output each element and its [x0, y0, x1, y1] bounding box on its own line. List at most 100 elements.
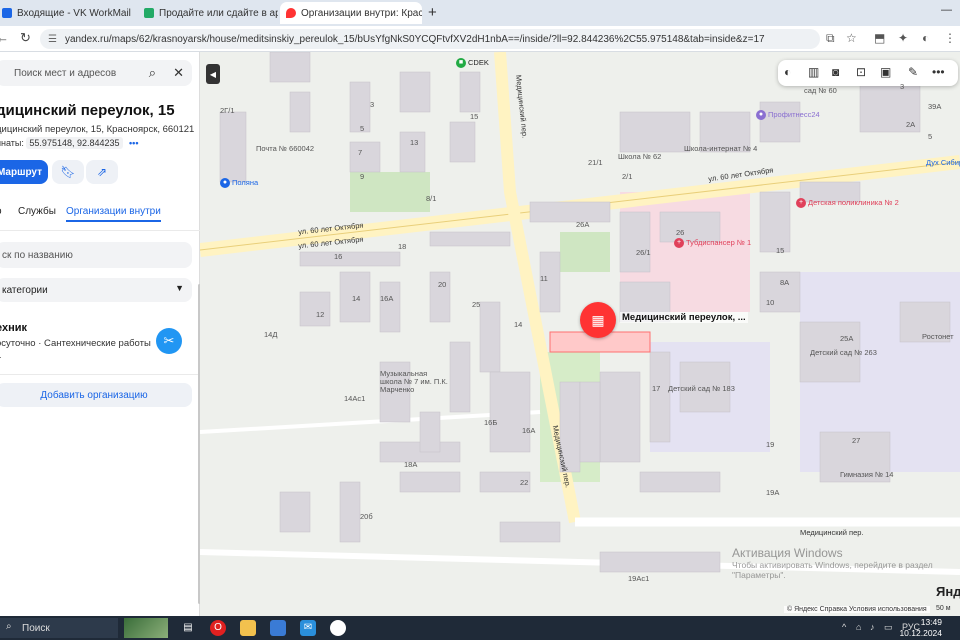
building-icon: ▦: [591, 311, 605, 328]
place-address: дицинский переулок, 15, Красноярск, 6601…: [0, 124, 195, 135]
house-number: 26: [676, 228, 685, 237]
tab-yandex-maps[interactable]: Организации внутри: Красно ×: [280, 2, 422, 24]
filter-placeholder: ск по названию: [2, 249, 73, 261]
chevron-down-icon: ▼: [175, 283, 184, 293]
watermark-subtitle: Чтобы активировать Windows, перейдите в …: [732, 560, 933, 580]
poi-kindergarten-183[interactable]: Детский сад № 183: [668, 384, 735, 393]
star-icon[interactable]: ☆: [846, 31, 857, 45]
poi-music-school[interactable]: Музыкальная школа № 7 им. П.К. Марченко: [380, 370, 450, 394]
poi-school-62[interactable]: Школа № 62: [618, 152, 661, 161]
volume-icon[interactable]: ♪: [870, 622, 875, 632]
house-number: 17: [652, 384, 661, 393]
route-button[interactable]: Маршрут: [0, 160, 48, 184]
house-number: 18: [398, 242, 407, 251]
house-number: 10: [766, 298, 775, 307]
map-canvas[interactable]: ◀ ◐ ▥ ◙ ⊡ ▣ ✎ ••• ул. 60 лет Октября ул.…: [200, 52, 960, 616]
network-icon[interactable]: ⌂: [856, 622, 861, 632]
search-icon: ⌕: [6, 621, 12, 632]
category-select[interactable]: категории ▼: [0, 278, 192, 302]
poi-profitness[interactable]: ● Профитнесс24: [756, 110, 820, 121]
install-icon[interactable]: ⧉: [826, 31, 835, 46]
extensions-icon[interactable]: ⬒: [874, 31, 885, 45]
poi-rostonet[interactable]: Ростонет: [922, 332, 954, 341]
house-number: 19Ас1: [628, 574, 650, 583]
traffic-icon[interactable]: ▣: [880, 65, 891, 79]
close-tab-icon[interactable]: ×: [131, 7, 134, 19]
name-filter-input[interactable]: ск по названию: [0, 242, 192, 268]
coords-value[interactable]: 55.975148, 92.844235: [26, 137, 123, 149]
poi-dukh-sibiri[interactable]: Дух Сибири: [926, 158, 960, 167]
minimize-button[interactable]: —: [941, 4, 952, 16]
reload-button[interactable]: ↻: [20, 30, 31, 46]
camera-icon[interactable]: ◙: [832, 65, 839, 79]
poi-kindergarten-263[interactable]: Детский сад № 263: [810, 348, 877, 357]
house-number: 25: [472, 300, 481, 309]
clock-date: 10.12.2024: [899, 628, 942, 638]
house-number: 16А: [522, 426, 536, 435]
mail-app-icon[interactable]: ✉: [300, 620, 316, 636]
poi-tb-dispensary[interactable]: + Тубдиспансер № 1: [674, 238, 751, 249]
tray-arrow-icon[interactable]: ^: [842, 622, 846, 632]
add-org-label: Добавить организацию: [40, 389, 148, 401]
search-input[interactable]: Поиск мест и адресов ⌕ ✕: [0, 60, 192, 86]
clock[interactable]: 13:49 10.12.2024: [899, 617, 942, 639]
file-explorer-icon[interactable]: [240, 620, 256, 636]
search-icon[interactable]: ⌕: [149, 65, 156, 81]
more-icon[interactable]: •••: [932, 65, 945, 79]
profile-icon[interactable]: ◐: [922, 31, 929, 45]
organization-item[interactable]: ехник осуточно · Сантехнические работы 1…: [0, 318, 196, 370]
coords-more-button[interactable]: •••: [129, 138, 138, 148]
close-icon[interactable]: ✕: [173, 65, 184, 81]
back-button[interactable]: ←: [0, 30, 9, 45]
new-tab-button[interactable]: +: [428, 4, 437, 21]
house-number: 26А: [576, 220, 590, 229]
site-info-icon[interactable]: ☰: [48, 34, 57, 45]
taskbar-news-thumbnail[interactable]: [124, 618, 168, 638]
puzzle-icon[interactable]: ✦: [898, 31, 908, 45]
poi-kindergarten-60[interactable]: сад № 60: [804, 86, 837, 95]
house-number: 25А: [840, 334, 854, 343]
house-number: 2А: [906, 120, 916, 129]
url-text: yandex.ru/maps/62/krasnoyarsk/house/medi…: [64, 33, 765, 45]
url-field[interactable]: ☰ yandex.ru/maps/62/krasnoyarsk/house/me…: [40, 29, 820, 49]
bookmark-icon: 🔖︎: [60, 165, 76, 179]
poi-cdek[interactable]: ■ СDEK: [456, 58, 489, 69]
add-organization-button[interactable]: Добавить организацию: [0, 383, 192, 407]
house-number: 5: [928, 132, 933, 141]
ruler-icon[interactable]: ✎: [908, 65, 918, 79]
map-attribution[interactable]: © Яндекс Справка Условия использования: [784, 606, 930, 613]
tab-services[interactable]: Службы: [18, 206, 56, 217]
tab-vk-workmail[interactable]: Входящие - VK WorkMail ×: [0, 2, 134, 24]
taskbar-search[interactable]: ⌕ Поиск: [0, 618, 118, 638]
tab-avito[interactable]: Продайте или сдайте в аренд ×: [138, 2, 278, 24]
transport-icon[interactable]: ⊡: [856, 65, 866, 79]
store-icon[interactable]: [270, 620, 286, 636]
layers-icon[interactable]: ◐: [784, 65, 791, 79]
clock-time: 13:49: [920, 617, 942, 627]
menu-icon[interactable]: ⋮: [944, 31, 956, 45]
opera-icon[interactable]: O: [210, 620, 226, 636]
poi-children-clinic[interactable]: + Детская поликлиника № 2: [796, 198, 899, 209]
bookmark-button[interactable]: 🔖︎: [52, 160, 84, 184]
panorama-icon[interactable]: ▥: [808, 65, 819, 79]
poi-polyana[interactable]: ● Поляна: [220, 178, 258, 189]
place-title: дицинский переулок, 15: [0, 102, 175, 119]
tab-organizations-inside[interactable]: Организации внутри: [66, 206, 161, 222]
poi-boarding-school[interactable]: Школа-интернат № 4: [684, 144, 757, 153]
house-number: 12: [316, 310, 325, 319]
share-button[interactable]: ⇗: [86, 160, 118, 184]
org-extra: 1: [0, 350, 1, 361]
selected-place-label[interactable]: Медицинский переулок, ...: [620, 312, 748, 323]
org-name[interactable]: ехник: [0, 322, 27, 334]
battery-icon[interactable]: ▭: [884, 622, 893, 633]
tab-overview[interactable]: о: [0, 206, 2, 217]
poi-gymnasium-14[interactable]: Гимназия № 14: [840, 470, 893, 479]
selected-place-pin[interactable]: ▦: [580, 302, 616, 338]
task-view-icon[interactable]: ▤: [180, 620, 196, 636]
house-number: 20б: [360, 512, 373, 521]
chrome-icon[interactable]: ●: [330, 620, 346, 636]
house-number: 20: [438, 280, 447, 289]
collapse-sidebar-button[interactable]: ◀: [206, 64, 220, 84]
poi-post[interactable]: Почта № 660042: [256, 144, 314, 153]
taskbar-search-label: Поиск: [22, 622, 50, 634]
